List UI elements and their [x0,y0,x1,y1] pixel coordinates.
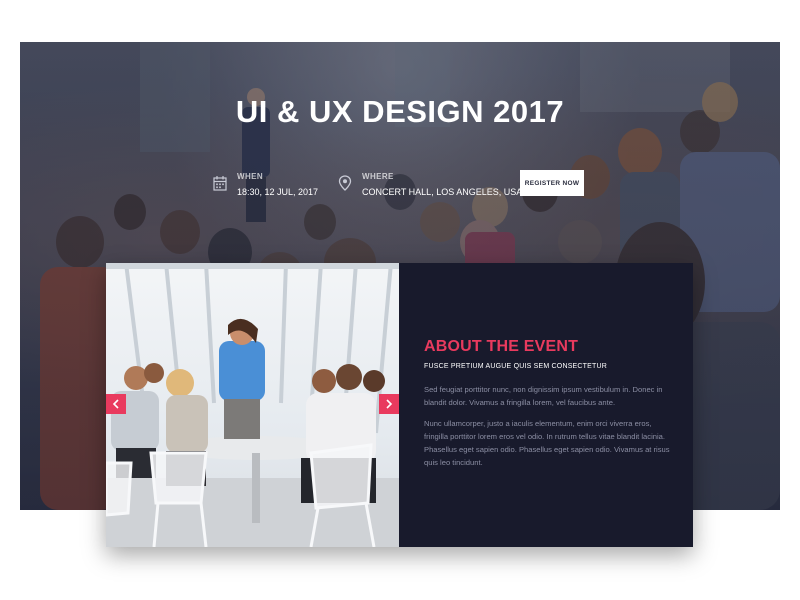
register-now-button[interactable]: REGISTER NOW [520,170,584,196]
where-value: CONCERT HALL, LOS ANGELES, USA [362,187,523,197]
about-event-panel: ABOUT THE EVENT FUSCE PRETIUM AUGUE QUIS… [399,263,693,547]
about-title: ABOUT THE EVENT [424,338,579,355]
event-photo-slider [106,263,399,547]
about-paragraph: Nunc ullamcorper, justo a iaculis elemen… [424,419,670,467]
chevron-right-icon [386,399,393,409]
chevron-left-icon [112,399,119,409]
where-label: WHERE [362,172,394,181]
when-text: WHEN 18:30, 12 JUL, 2017 [237,172,318,197]
about-subtitle: FUSCE PRETIUM AUGUE QUIS SEM CONSECTETUR [424,363,608,370]
slider-next-button[interactable] [379,394,399,414]
location-pin-icon [338,175,352,191]
about-paragraph: Sed feugiat porttitor nunc, non dignissi… [424,385,663,407]
slider-prev-button[interactable] [106,394,126,414]
when-label: WHEN [237,172,264,181]
where-text: WHERE CONCERT HALL, LOS ANGELES, USA [362,172,522,197]
event-where: WHERE CONCERT HALL, LOS ANGELES, USA [338,172,522,197]
event-title: UI & UX DESIGN 2017 [235,94,565,129]
about-event-card: ABOUT THE EVENT FUSCE PRETIUM AUGUE QUIS… [106,263,693,547]
when-value: 18:30, 12 JUL, 2017 [237,187,319,197]
event-when: WHEN 18:30, 12 JUL, 2017 [213,172,318,197]
page: UI & UX DESIGN 2017 WHEN 18:30, 12 JUL, … [0,0,800,600]
meeting-photo [106,263,399,547]
calendar-icon [213,176,227,191]
